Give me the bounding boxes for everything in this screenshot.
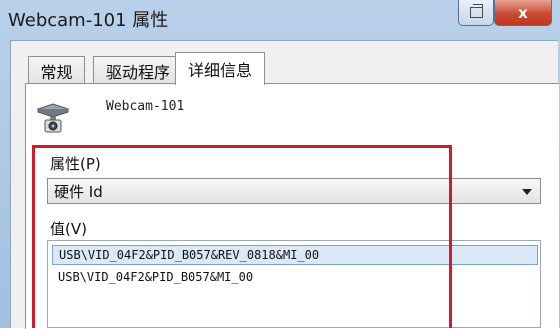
- tab-driver[interactable]: 驱动程序: [93, 56, 183, 84]
- red-highlight-frame: [32, 145, 452, 328]
- webcam-icon: [36, 103, 70, 133]
- properties-window: Webcam-101 属性 x 常规 驱动程序 详细信息 Webcam-101 …: [0, 0, 560, 329]
- device-name: Webcam-101: [106, 99, 185, 114]
- window-title: Webcam-101 属性: [8, 10, 169, 31]
- restore-button[interactable]: [458, 0, 494, 26]
- restore-icon: [469, 4, 483, 18]
- close-button[interactable]: x: [494, 0, 552, 26]
- tab-general[interactable]: 常规: [28, 56, 85, 84]
- tab-details[interactable]: 详细信息: [175, 52, 265, 85]
- chevron-down-icon: [522, 189, 532, 195]
- close-icon: x: [518, 3, 528, 22]
- title-bar[interactable]: Webcam-101 属性 x: [0, 0, 560, 40]
